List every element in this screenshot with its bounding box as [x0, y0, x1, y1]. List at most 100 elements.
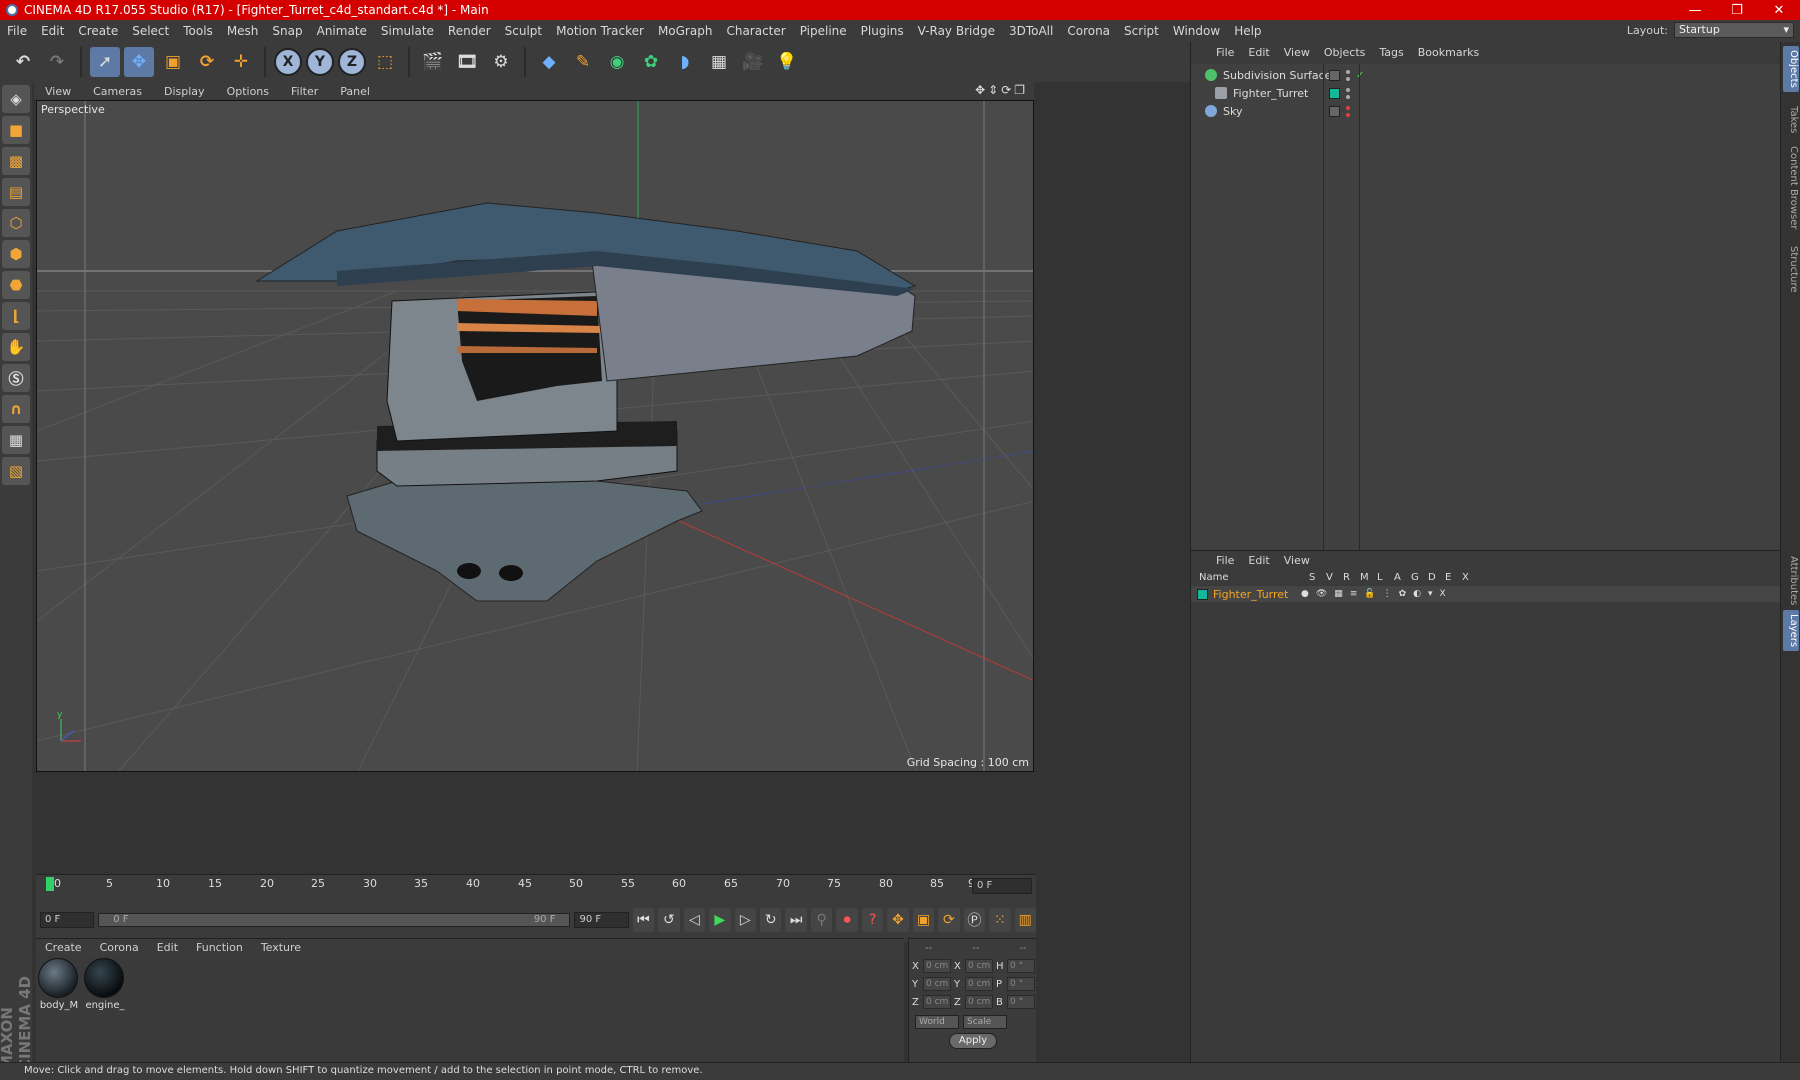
menu-motion-tracker[interactable]: Motion Tracker: [549, 24, 651, 38]
menu-select[interactable]: Select: [125, 24, 176, 38]
transform-tool-icon[interactable]: ✛: [226, 47, 256, 77]
move-tool-icon[interactable]: ✥: [124, 47, 154, 77]
menu-script[interactable]: Script: [1117, 24, 1166, 38]
scale-mode-select[interactable]: Scale: [963, 1015, 1007, 1029]
menu-vray-bridge[interactable]: V-Ray Bridge: [911, 24, 1002, 38]
next-frame-icon[interactable]: ▷: [734, 908, 756, 932]
layer-color-swatch[interactable]: [1329, 69, 1340, 81]
key-rotation-icon[interactable]: ⟳: [938, 908, 960, 932]
layer-menu-view[interactable]: View: [1277, 554, 1317, 567]
visibility-dots[interactable]: [1346, 105, 1350, 117]
menu-plugins[interactable]: Plugins: [854, 24, 911, 38]
points-mode-icon[interactable]: ⬡: [2, 209, 30, 237]
menu-simulate[interactable]: Simulate: [374, 24, 441, 38]
autokey-icon[interactable]: ?: [861, 908, 884, 932]
menu-help[interactable]: Help: [1227, 24, 1268, 38]
undo-button[interactable]: ↶: [8, 47, 38, 77]
record-icon[interactable]: ⏺: [836, 908, 858, 932]
rotation-b-field[interactable]: 0 °: [1007, 995, 1035, 1009]
play-forward-icon[interactable]: ▶: [709, 908, 731, 932]
menu-edit[interactable]: Edit: [34, 24, 71, 38]
viewport-menu-options[interactable]: Options: [216, 85, 280, 98]
material-menu-corona[interactable]: Corona: [91, 941, 148, 954]
locked-workplane-icon[interactable]: ▦: [2, 426, 30, 454]
rotation-h-field[interactable]: 0 °: [1007, 959, 1035, 973]
viewport-navigation-icons[interactable]: ✥⇕⟳❐: [975, 83, 1028, 97]
object-menu-tags[interactable]: Tags: [1372, 46, 1410, 59]
workplane-icon[interactable]: ▤: [2, 178, 30, 206]
texture-mode-icon[interactable]: ▩: [2, 147, 30, 175]
tab-content-browser[interactable]: Content Browser: [1783, 142, 1799, 233]
key-pla-icon[interactable]: ⁙: [989, 908, 1011, 932]
menu-3dtoall[interactable]: 3DToAll: [1002, 24, 1060, 38]
current-frame-field[interactable]: 0 F: [972, 878, 1032, 894]
apply-button[interactable]: Apply: [949, 1033, 997, 1049]
timeline-window-icon[interactable]: ▥: [1014, 908, 1036, 932]
make-editable-icon[interactable]: ◈: [2, 85, 30, 113]
close-button[interactable]: ✕: [1758, 0, 1800, 20]
menu-sculpt[interactable]: Sculpt: [498, 24, 549, 38]
y-axis-lock-button[interactable]: Y: [306, 48, 334, 76]
tab-structure[interactable]: Structure: [1783, 242, 1799, 297]
go-to-end-icon[interactable]: ⏭: [785, 908, 807, 932]
visibility-dots[interactable]: [1346, 69, 1350, 81]
render-view-icon[interactable]: 🎬: [418, 47, 448, 77]
viewport-menu-filter[interactable]: Filter: [280, 85, 329, 98]
rotation-p-field[interactable]: 0 °: [1007, 977, 1035, 991]
menu-file[interactable]: File: [0, 24, 34, 38]
coordinate-system-icon[interactable]: ⬚: [370, 47, 400, 77]
key-parameter-icon[interactable]: Ⓟ: [963, 908, 986, 932]
menu-snap[interactable]: Snap: [265, 24, 309, 38]
render-settings-icon[interactable]: ⚙: [486, 47, 516, 77]
scale-tool-icon[interactable]: ▣: [158, 47, 188, 77]
size-x-field[interactable]: 0 cm: [965, 959, 993, 973]
layer-menu-file[interactable]: File: [1209, 554, 1241, 567]
coordinate-space-select[interactable]: World: [915, 1015, 959, 1029]
subdivision-surface-icon[interactable]: ◉: [602, 47, 632, 77]
go-to-start-icon[interactable]: ⏮: [632, 908, 655, 932]
start-frame-field[interactable]: 0 F: [40, 912, 95, 928]
deformers-toggle-icon[interactable]: ◐: [1413, 589, 1421, 599]
rotate-tool-icon[interactable]: ⟳: [192, 47, 222, 77]
menu-window[interactable]: Window: [1166, 24, 1227, 38]
pen-spline-icon[interactable]: ✎: [568, 47, 598, 77]
floor-icon[interactable]: ▦: [704, 47, 734, 77]
maximize-button[interactable]: ❐: [1716, 0, 1758, 20]
object-menu-objects[interactable]: Objects: [1317, 46, 1373, 59]
cube-object-icon[interactable]: ◆: [534, 47, 564, 77]
menu-render[interactable]: Render: [441, 24, 498, 38]
tab-takes[interactable]: Takes: [1783, 102, 1799, 137]
end-frame-field[interactable]: 90 F: [574, 912, 629, 928]
object-row-sky[interactable]: Sky: [1191, 102, 1781, 120]
object-menu-view[interactable]: View: [1277, 46, 1317, 59]
solo-mode-icon[interactable]: Ⓢ: [2, 364, 30, 392]
frame-range-slider[interactable]: 0 F 90 F: [98, 913, 571, 927]
material-menu-edit[interactable]: Edit: [148, 941, 187, 954]
material-swatch[interactable]: body_M: [38, 958, 80, 1011]
object-row-subdivision-surface[interactable]: Subdivision Surface ✓: [1191, 66, 1781, 84]
menu-mograph[interactable]: MoGraph: [651, 24, 720, 38]
model-mode-icon[interactable]: ■: [2, 116, 30, 144]
keyframe-selection-icon[interactable]: ⚲: [810, 908, 833, 932]
object-menu-file[interactable]: File: [1209, 46, 1241, 59]
size-y-field[interactable]: 0 cm: [965, 977, 993, 991]
animation-toggle-icon[interactable]: ⋮: [1383, 589, 1392, 599]
enabled-check-icon[interactable]: ✓: [1356, 70, 1364, 81]
size-z-field[interactable]: 0 cm: [965, 995, 993, 1009]
fighter-turret-model[interactable]: [255, 202, 917, 602]
object-row-fighter-turret[interactable]: Fighter_Turret: [1191, 84, 1781, 102]
object-menu-bookmarks[interactable]: Bookmarks: [1411, 46, 1486, 59]
live-selection-icon[interactable]: ➚: [90, 47, 120, 77]
cloner-icon[interactable]: ✿: [636, 47, 666, 77]
solo-toggle-icon[interactable]: ●: [1301, 589, 1309, 599]
material-menu-function[interactable]: Function: [187, 941, 252, 954]
expressions-toggle-icon[interactable]: ▾: [1428, 589, 1433, 599]
polygons-mode-icon[interactable]: ⬣: [2, 271, 30, 299]
redo-button[interactable]: ↷: [42, 47, 72, 77]
tab-objects[interactable]: Objects: [1783, 46, 1799, 92]
light-icon[interactable]: 💡: [772, 47, 802, 77]
key-position-icon[interactable]: ✥: [887, 908, 909, 932]
planar-workplane-icon[interactable]: ▧: [2, 457, 30, 485]
view-toggle-icon[interactable]: 👁: [1316, 589, 1327, 599]
previous-frame-icon[interactable]: ◁: [683, 908, 706, 932]
